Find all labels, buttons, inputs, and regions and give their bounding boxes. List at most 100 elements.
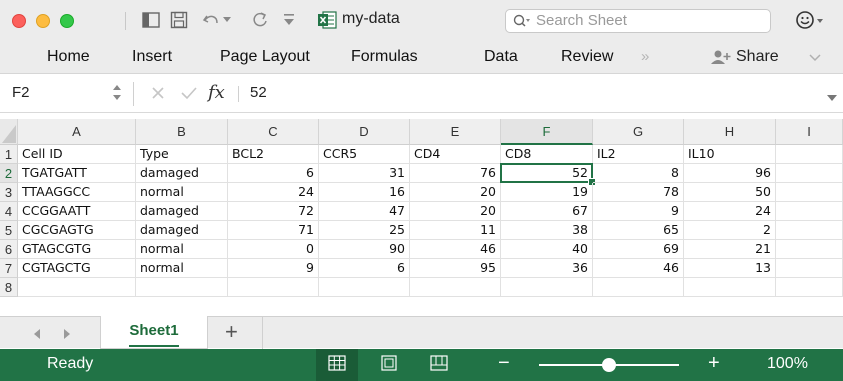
cell-d8[interactable]	[319, 278, 410, 297]
page-break-view-button[interactable]	[418, 349, 460, 381]
cell-f2[interactable]: 52	[501, 164, 593, 183]
cell-d1[interactable]: CCR5	[319, 145, 410, 164]
cell-i5[interactable]	[776, 221, 843, 240]
formula-input[interactable]: 52	[250, 84, 267, 101]
column-header-h[interactable]: H	[684, 119, 776, 145]
column-header-a[interactable]: A	[18, 119, 136, 145]
smiley-feedback-icon[interactable]	[794, 10, 828, 30]
cell-g7[interactable]: 46	[593, 259, 684, 278]
cell-e2[interactable]: 76	[410, 164, 501, 183]
cell-i6[interactable]	[776, 240, 843, 259]
cell-g1[interactable]: IL2	[593, 145, 684, 164]
column-header-e[interactable]: E	[410, 119, 501, 145]
cell-f6[interactable]: 40	[501, 240, 593, 259]
add-sheet-button[interactable]: +	[225, 319, 238, 345]
cell-d4[interactable]: 47	[319, 202, 410, 221]
save-icon[interactable]	[168, 10, 190, 30]
cell-c7[interactable]: 9	[228, 259, 319, 278]
tab-formulas[interactable]: Formulas	[351, 48, 418, 66]
zoom-level[interactable]: 100%	[767, 355, 808, 373]
normal-view-button[interactable]	[316, 349, 358, 381]
cell-f1[interactable]: CD8	[501, 145, 593, 164]
cell-f5[interactable]: 38	[501, 221, 593, 240]
column-header-f[interactable]: F	[501, 119, 593, 145]
cell-h6[interactable]: 21	[684, 240, 776, 259]
tab-data[interactable]: Data	[484, 48, 518, 66]
tab-insert[interactable]: Insert	[132, 48, 172, 66]
cell-c8[interactable]	[228, 278, 319, 297]
row-header-8[interactable]: 8	[0, 278, 18, 297]
column-header-i[interactable]: I	[776, 119, 843, 145]
row-header-4[interactable]: 4	[0, 202, 18, 221]
cell-h7[interactable]: 13	[684, 259, 776, 278]
cell-d5[interactable]: 25	[319, 221, 410, 240]
cell-f8[interactable]	[501, 278, 593, 297]
minimize-window-button[interactable]	[36, 14, 50, 28]
cell-h2[interactable]: 96	[684, 164, 776, 183]
close-window-button[interactable]	[12, 14, 26, 28]
confirm-formula-icon[interactable]	[180, 85, 198, 106]
cell-g8[interactable]	[593, 278, 684, 297]
cancel-formula-icon[interactable]	[150, 85, 166, 106]
column-header-d[interactable]: D	[319, 119, 410, 145]
cell-c2[interactable]: 6	[228, 164, 319, 183]
cell-a8[interactable]	[18, 278, 136, 297]
cell-a7[interactable]: CGTAGCTG	[18, 259, 136, 278]
cell-e6[interactable]: 46	[410, 240, 501, 259]
undo-icon[interactable]	[202, 10, 224, 30]
tab-review[interactable]: Review	[561, 48, 613, 66]
cell-h8[interactable]	[684, 278, 776, 297]
cell-d3[interactable]: 16	[319, 183, 410, 202]
tab-home[interactable]: Home	[47, 48, 90, 66]
search-sheet-input[interactable]: Search Sheet	[505, 9, 771, 33]
select-all-corner[interactable]	[0, 119, 18, 145]
cell-i8[interactable]	[776, 278, 843, 297]
insert-function-button[interactable]: fx	[208, 82, 225, 103]
cell-e7[interactable]: 95	[410, 259, 501, 278]
cell-b2[interactable]: damaged	[136, 164, 228, 183]
cell-b7[interactable]: normal	[136, 259, 228, 278]
cell-h5[interactable]: 2	[684, 221, 776, 240]
row-header-5[interactable]: 5	[0, 221, 18, 240]
cell-h1[interactable]: IL10	[684, 145, 776, 164]
next-sheet-icon[interactable]	[62, 327, 72, 345]
row-header-1[interactable]: 1	[0, 145, 18, 164]
cell-d2[interactable]: 31	[319, 164, 410, 183]
cell-g5[interactable]: 65	[593, 221, 684, 240]
column-header-b[interactable]: B	[136, 119, 228, 145]
zoom-out-button[interactable]: −	[498, 352, 510, 375]
cell-g4[interactable]: 9	[593, 202, 684, 221]
zoom-in-button[interactable]: +	[708, 352, 720, 375]
previous-sheet-icon[interactable]	[32, 327, 42, 345]
cell-a4[interactable]: CCGGAATT	[18, 202, 136, 221]
cell-c1[interactable]: BCL2	[228, 145, 319, 164]
row-header-6[interactable]: 6	[0, 240, 18, 259]
cell-a5[interactable]: CGCGAGTG	[18, 221, 136, 240]
cell-c5[interactable]: 71	[228, 221, 319, 240]
tab-page-layout[interactable]: Page Layout	[220, 48, 310, 66]
column-header-g[interactable]: G	[593, 119, 684, 145]
cell-b6[interactable]: normal	[136, 240, 228, 259]
redo-icon[interactable]	[250, 10, 272, 30]
cell-d6[interactable]: 90	[319, 240, 410, 259]
cell-b8[interactable]	[136, 278, 228, 297]
cell-e1[interactable]: CD4	[410, 145, 501, 164]
cell-c6[interactable]: 0	[228, 240, 319, 259]
zoom-window-button[interactable]	[60, 14, 74, 28]
cell-a1[interactable]: Cell ID	[18, 145, 136, 164]
row-header-7[interactable]: 7	[0, 259, 18, 278]
cell-b3[interactable]: normal	[136, 183, 228, 202]
collapse-ribbon-chevron-icon[interactable]	[808, 50, 822, 68]
cell-i4[interactable]	[776, 202, 843, 221]
cell-b5[interactable]: damaged	[136, 221, 228, 240]
cell-f4[interactable]: 67	[501, 202, 593, 221]
cell-e5[interactable]: 11	[410, 221, 501, 240]
cell-i1[interactable]	[776, 145, 843, 164]
cell-f3[interactable]: 19	[501, 183, 593, 202]
name-box[interactable]: F2	[12, 84, 30, 101]
cell-i2[interactable]	[776, 164, 843, 183]
cell-c4[interactable]: 72	[228, 202, 319, 221]
cell-g3[interactable]: 78	[593, 183, 684, 202]
cell-d7[interactable]: 6	[319, 259, 410, 278]
page-layout-view-button[interactable]	[368, 349, 410, 381]
